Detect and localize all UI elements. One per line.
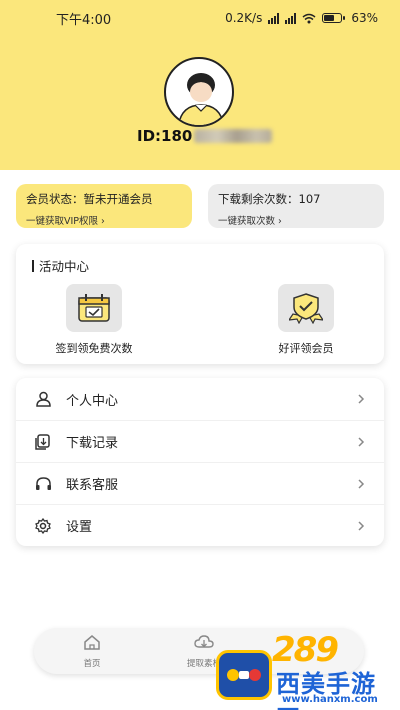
chevron-right-icon (358, 478, 365, 489)
get-vip-link[interactable]: 一键获取VIP权限 › (26, 213, 182, 227)
menu-item-settings[interactable]: 设置 (16, 504, 384, 546)
headset-icon (34, 475, 52, 493)
user-icon (34, 390, 52, 408)
status-time: 下午4:00 (56, 12, 112, 28)
vip-status-title: 会员状态：暂未开通会员 (26, 192, 153, 206)
menu-label-downloads: 下载记录 (66, 436, 119, 451)
user-id: ID:180 (137, 127, 273, 145)
tab-home-label: 首页 (83, 658, 101, 669)
vip-status-card[interactable]: 会员状态：暂未开通会员 一键获取VIP权限 › (16, 184, 192, 228)
menu-item-support[interactable]: 联系客服 (16, 462, 384, 504)
title-bar-decoration (32, 259, 34, 272)
download-count-card[interactable]: 下载剩余次数：107 一键获取次数 › (208, 184, 384, 228)
home-icon (84, 634, 100, 650)
menu-item-downloads[interactable]: 下载记录 (16, 420, 384, 462)
signal-icon (268, 12, 280, 24)
menu-item-profile[interactable]: 个人中心 (16, 378, 384, 420)
gear-icon (34, 517, 52, 535)
menu-list: 个人中心 下载记录 联系客服 设置 (16, 378, 384, 546)
cloud-download-icon (194, 634, 214, 648)
battery-level: 63% (351, 11, 378, 25)
download-count-title: 下载剩余次数：107 (218, 192, 321, 206)
signal-icon-2 (285, 12, 297, 24)
review-reward-item[interactable]: 好评领会员 (246, 284, 366, 356)
activity-title: 活动中心 (32, 256, 89, 275)
chevron-right-icon (358, 436, 365, 447)
menu-label-support: 联系客服 (66, 478, 119, 493)
chevron-right-icon (358, 394, 365, 404)
status-bar: 下午4:00 0.2K/s 63% (0, 0, 400, 36)
gamepad-logo-icon (216, 650, 272, 700)
avatar[interactable] (164, 57, 234, 127)
get-downloads-link[interactable]: 一键获取次数 › (218, 213, 374, 227)
watermark-url: www.hanxm.com (282, 694, 378, 705)
user-id-redacted (194, 129, 273, 143)
download-record-icon (34, 433, 52, 451)
user-id-text: ID:180 (137, 127, 193, 145)
checkin-reward-label: 签到领免费次数 (55, 342, 133, 355)
activity-center: 活动中心 签到领免费次数 好评领会员 (16, 244, 384, 364)
watermark: 289 西美手游网 www.hanxm.com (212, 626, 394, 710)
menu-label-settings: 设置 (66, 520, 93, 535)
checkin-reward-item[interactable]: 签到领免费次数 (34, 284, 154, 356)
calendar-check-icon (78, 294, 110, 322)
activity-title-text: 活动中心 (39, 259, 90, 274)
wifi-icon (302, 13, 316, 23)
review-reward-label: 好评领会员 (278, 342, 334, 355)
chevron-right-icon (358, 520, 365, 531)
menu-label-profile: 个人中心 (66, 393, 119, 409)
network-speed: 0.2K/s (225, 11, 263, 25)
battery-icon (322, 13, 346, 23)
badge-check-icon (289, 293, 323, 324)
tab-home[interactable]: 首页 (64, 634, 120, 669)
